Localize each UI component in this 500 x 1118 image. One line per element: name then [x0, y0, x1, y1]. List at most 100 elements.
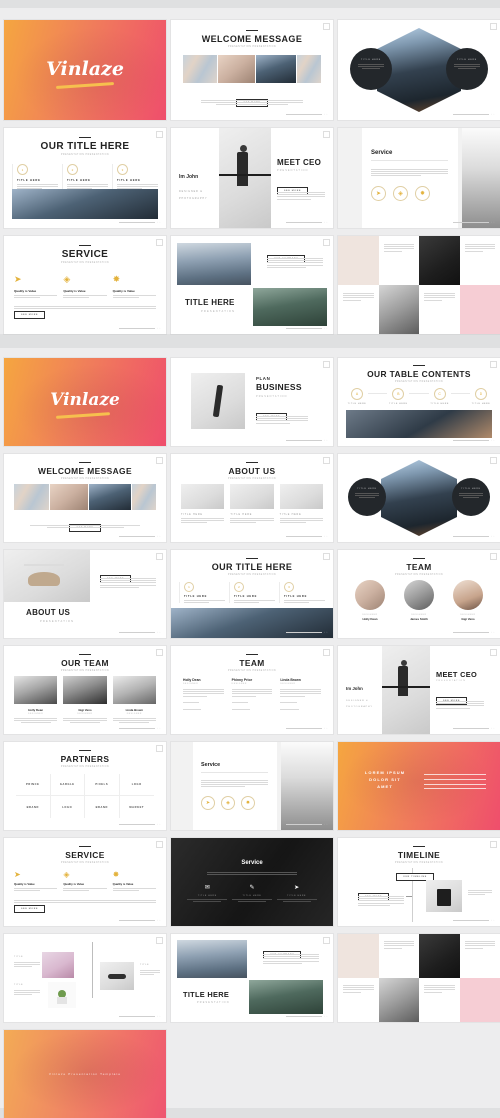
- slide-team-list-b11[interactable]: TEAM PRESENTATION PRESENTATION Holly Dea…: [171, 646, 333, 734]
- slide-title-here-a8[interactable]: OUR SUMMARY TITLE HERE PRESENTATION ◦ ◦: [171, 236, 333, 334]
- slide-service-a7[interactable]: SERVICE PRESENTATION PRESENTATION ➤ Qual…: [4, 236, 166, 334]
- ceo-role-line1: DESIGNER &: [346, 700, 369, 702]
- mail-icon: ✉: [187, 884, 227, 891]
- slide-about-us-b5[interactable]: ABOUT US PRESENTATION PRESENTATION TITLE…: [171, 454, 333, 542]
- portfolio-tile: [338, 236, 379, 285]
- slide-corner-mark: [156, 239, 163, 246]
- slide-footer: ◦ ◦: [453, 113, 495, 116]
- body-copy: [256, 416, 308, 423]
- service-item: ✸ Quality is Value: [113, 870, 156, 891]
- slide-corner-mark: [490, 553, 497, 560]
- slide-infographic-b19[interactable]: TITLE TITLE TITLE ◦ ◦: [4, 934, 166, 1022]
- slide-corner-mark: [156, 745, 163, 752]
- paper-plane-icon: ➤: [277, 884, 317, 891]
- slide-corner-mark: [490, 23, 497, 30]
- diamond-icon: ◈: [63, 870, 106, 879]
- slide-footer: ◦ ◦: [286, 535, 328, 538]
- slide-title: SERVICE: [4, 249, 166, 260]
- slide-welcome-a2[interactable]: WELCOME MESSAGE PRESENTATION PRESENTATIO…: [171, 20, 333, 120]
- slide-timeline-b18[interactable]: TIMELINE PRESENTATION PRESENTATION OUR T…: [338, 838, 500, 926]
- feature-item: 3 TITLE HERE: [279, 582, 325, 603]
- lake-photo: [249, 980, 323, 1014]
- diamond-icon: ◈: [221, 796, 235, 810]
- slide-team-circles-b9[interactable]: TEAM PRESENTATION PRESENTATION DESIGNER …: [338, 550, 500, 638]
- ceo-photo: [219, 128, 271, 228]
- slide-service-dark-b17[interactable]: Service ✉ TITLE HERE ✎ TITLE HERE ➤ TITL…: [171, 838, 333, 926]
- get-more-button-wrap[interactable]: GET MORE: [171, 90, 333, 108]
- see-more-button-wrap[interactable]: SEE MORE: [14, 896, 45, 914]
- slide-subtitle: PRESENTATION PRESENTATION: [4, 262, 166, 264]
- step-circle-icon: C: [434, 388, 446, 400]
- slide-hexagon-b6[interactable]: TITLE HERE TITLE HERE ◦ ◦: [338, 454, 500, 542]
- slide-meet-ceo-a5[interactable]: Im John DESIGNER & PHOTOGRAPHY MEET CEO …: [171, 128, 333, 228]
- gear-icon: ✸: [113, 870, 156, 879]
- showcase-block-a: Vinlaze WELCOME MESSAGE PRESENTATION PRE…: [0, 8, 500, 334]
- get-more-button-wrap[interactable]: GET MORE: [4, 515, 166, 533]
- bubble-label: TITLE HERE: [452, 478, 490, 490]
- member-role: DESIGNER: [63, 713, 106, 715]
- slide-service-vertical-b14[interactable]: SERVICE Service ➤ ◈ ✸ ◦ ◦: [171, 742, 333, 830]
- slide-plan-business-b2[interactable]: PLAN BUSINESS PRESENTATION SEE MORE ◦ ◦: [171, 358, 333, 446]
- slide-subtitle: PRESENTATION PRESENTATION: [4, 862, 166, 864]
- portfolio-tile: [419, 934, 460, 978]
- product-photo: [426, 880, 462, 912]
- slide-corner-mark: [490, 457, 497, 464]
- slide-about-us-left-b7[interactable]: SEE MORE ABOUT US PRESENTATION ◦ ◦: [4, 550, 166, 638]
- portfolio-tile-text: [338, 978, 379, 1022]
- see-more-button-wrap[interactable]: SEE MORE: [14, 302, 45, 320]
- portfolio-tile-text: [460, 236, 500, 285]
- slide-portfolio-a9[interactable]: [338, 236, 500, 334]
- team-members: Holly Dean DESIGNER Gigi Vano DESIGNER L…: [14, 676, 156, 723]
- slide-corner-mark: [490, 841, 497, 848]
- slide-service-b16[interactable]: SERVICE PRESENTATION PRESENTATION ➤ Qual…: [4, 838, 166, 926]
- closing-caption: Vinlaze Presentation Template: [4, 1072, 166, 1076]
- body-copy: [436, 701, 484, 708]
- see-more-button[interactable]: SEE MORE: [14, 311, 45, 319]
- number-circle-icon: 3: [284, 582, 294, 592]
- see-more-button[interactable]: SEE MORE: [14, 905, 45, 913]
- slide-cover-end-b22[interactable]: Vinlaze Presentation Template: [4, 1030, 166, 1118]
- slide-meet-ceo-b12[interactable]: Im John DESIGNER & PHOTOGRAPHY MEET CEO …: [338, 646, 500, 734]
- service-icon-row: ➤ ◈ ✸: [193, 787, 277, 810]
- slide-title-here-b20[interactable]: OUR SUMMARY TITLE HERE PRESENTATION ◦ ◦: [171, 934, 333, 1022]
- member-name: Linda Brown: [113, 708, 156, 712]
- slide-footer: ◦ ◦: [119, 631, 161, 634]
- slide-cover-a1[interactable]: Vinlaze: [4, 20, 166, 120]
- slide-corner-mark: [156, 649, 163, 656]
- quote-text: LOREM IPSUM DOLOR SIT AMET: [352, 770, 418, 790]
- eyebrow-rule: [79, 750, 91, 751]
- slide-table-contents-b3[interactable]: OUR TABLE CONTENTS PRESENTATION PRESENTA…: [338, 358, 500, 446]
- slide-footer: ◦ ◦: [453, 919, 495, 922]
- product-photo: [191, 373, 245, 429]
- service-item: ◈ Quality is Value: [63, 870, 106, 891]
- feature-label: TITLE HERE: [234, 595, 275, 598]
- slide-welcome-b4[interactable]: WELCOME MESSAGE PRESENTATION PRESENTATIO…: [4, 454, 166, 542]
- slide-service-vertical-a6[interactable]: SERVICE Service ➤ ◈ ✸ ◦ ◦: [338, 128, 500, 228]
- service-items: ➤ Quality is Value ◈ Quality is Value ✸ …: [14, 274, 156, 298]
- slide-partners-b13[interactable]: PARTNERS PRESENTATION PRESENTATION PRINC…: [4, 742, 166, 830]
- team-member: Gigi Vano DESIGNER: [63, 676, 106, 723]
- city-photo: [177, 940, 247, 978]
- slide-our-title-a4[interactable]: OUR TITLE HERE PRESENTATION PRESENTATION…: [4, 128, 166, 228]
- ceo-name: Im John: [179, 174, 198, 180]
- step-circle-icon: D: [475, 388, 487, 400]
- slide-gradient-quote-b15[interactable]: LOREM IPSUM DOLOR SIT AMET: [338, 742, 500, 830]
- slide-portfolio-b21[interactable]: [338, 934, 500, 1022]
- slide-hexagon-a3[interactable]: TITLE HERE TITLE HERE ◦ ◦: [338, 20, 500, 120]
- ceo-photo: [382, 646, 430, 734]
- slide-our-title-b8[interactable]: OUR TITLE HERE PRESENTATION PRESENTATION…: [171, 550, 333, 638]
- bubble-label: TITLE HERE: [348, 478, 386, 490]
- slide-title: OUR TITLE HERE: [171, 562, 333, 572]
- number-circle-icon: 1: [184, 582, 194, 592]
- slide-title: MEET CEO: [277, 158, 321, 167]
- slide-cover-b1[interactable]: Vinlaze: [4, 358, 166, 446]
- slide-title: OUR TEAM: [4, 658, 166, 668]
- body-copy: [468, 890, 492, 895]
- slide-subtitle: PRESENTATION PRESENTATION: [171, 478, 333, 480]
- slide-our-team-b10[interactable]: OUR TEAM PRESENTATION PRESENTATION Holly…: [4, 646, 166, 734]
- body-copy: [201, 100, 303, 105]
- diamond-icon: ◈: [63, 274, 106, 285]
- slide-title: MEET CEO: [436, 670, 477, 679]
- step-circle-icon: A: [351, 388, 363, 400]
- sunglasses-photo: [100, 962, 134, 990]
